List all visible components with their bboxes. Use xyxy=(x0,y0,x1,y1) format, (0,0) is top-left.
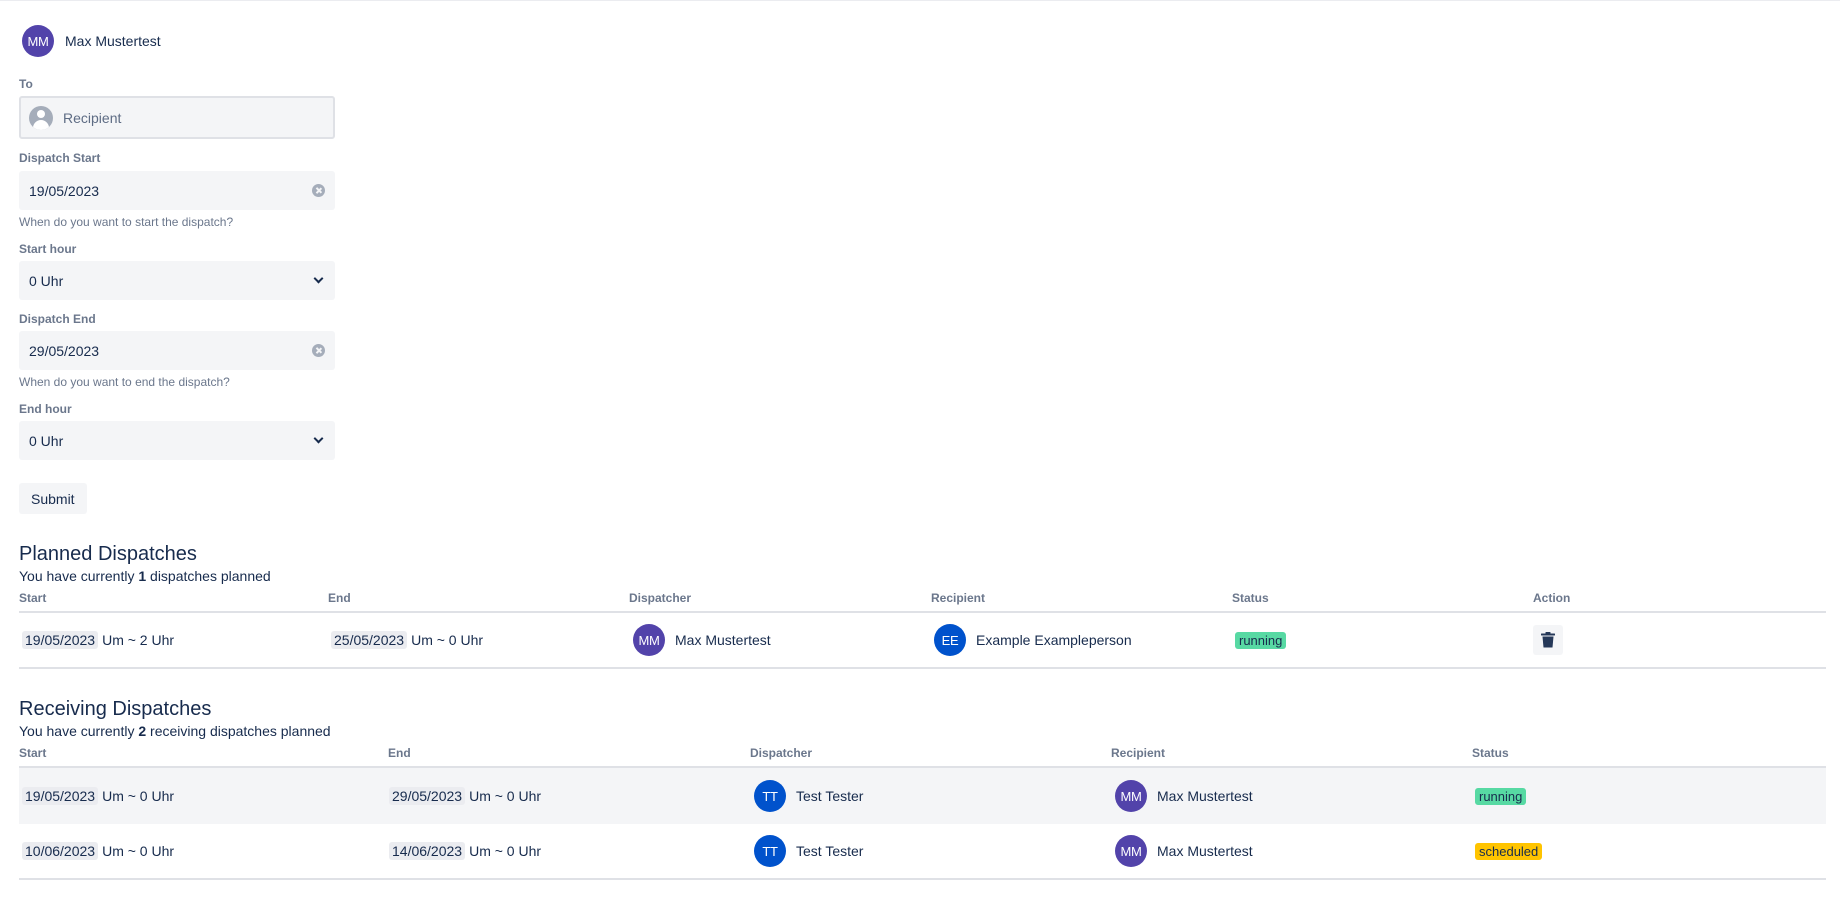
column-recipient[interactable]: Recipient xyxy=(931,591,985,605)
avatar: MM xyxy=(1115,780,1147,812)
recipient-cell: MM Max Mustertest xyxy=(1115,768,1253,824)
avatar: MM xyxy=(1115,835,1147,867)
avatar: EE xyxy=(934,624,966,656)
recipient-placeholder: Recipient xyxy=(63,109,122,126)
column-dispatcher[interactable]: Dispatcher xyxy=(629,591,691,605)
receiving-table-header: Start End Dispatcher Recipient Status xyxy=(19,746,1826,768)
receiving-count: 2 xyxy=(138,723,147,739)
submit-button[interactable]: Submit xyxy=(19,483,87,514)
end-hour-value: 0 Uhr xyxy=(29,432,64,449)
status-cell: running xyxy=(1235,613,1287,667)
end-time: Um ~ 0 Uhr xyxy=(469,788,542,804)
avatar: MM xyxy=(633,624,665,656)
end-time: Um ~ 0 Uhr xyxy=(469,843,542,859)
start-hour-label: Start hour xyxy=(19,242,77,256)
status-cell: scheduled xyxy=(1475,824,1543,878)
column-action: Action xyxy=(1533,591,1571,605)
status-badge: scheduled xyxy=(1475,842,1543,860)
start-cell: 19/05/2023 Um ~ 2 Uhr xyxy=(22,613,174,667)
dispatch-start-help: When do you want to start the dispatch? xyxy=(19,215,234,229)
recipient-name: Example Exampleperson xyxy=(976,632,1132,648)
dispatcher-name: Test Tester xyxy=(796,788,864,804)
start-hour-select[interactable]: 0 Uhr xyxy=(19,261,335,300)
status-badge: running xyxy=(1475,787,1527,805)
dispatch-start-label: Dispatch Start xyxy=(19,151,101,165)
to-label: To xyxy=(19,77,33,91)
start-time: Um ~ 0 Uhr xyxy=(102,843,175,859)
column-start[interactable]: Start xyxy=(19,746,46,760)
dispatch-end-datepicker[interactable]: 29/05/2023 xyxy=(19,331,335,370)
planned-summary: You have currently 1 dispatches planned xyxy=(19,568,271,584)
end-cell: 29/05/2023 Um ~ 0 Uhr xyxy=(389,768,541,824)
end-hour-select[interactable]: 0 Uhr xyxy=(19,421,335,460)
planned-dispatches-title: Planned Dispatches xyxy=(19,543,197,565)
planned-table-header: Start End Dispatcher Recipient Status Ac… xyxy=(19,591,1826,613)
avatar: MM xyxy=(22,25,54,57)
table-row: 10/06/2023 Um ~ 0 Uhr 14/06/2023 Um ~ 0 … xyxy=(19,824,1826,880)
end-hour-label: End hour xyxy=(19,402,72,416)
action-cell xyxy=(1533,613,1563,667)
end-date: 25/05/2023 xyxy=(331,631,408,649)
dispatcher-cell: TT Test Tester xyxy=(754,824,863,878)
clear-icon[interactable] xyxy=(312,344,325,357)
table-row: 19/05/2023 Um ~ 0 Uhr 29/05/2023 Um ~ 0 … xyxy=(19,768,1826,824)
start-cell: 10/06/2023 Um ~ 0 Uhr xyxy=(22,824,174,878)
status-badge: running xyxy=(1235,631,1287,649)
start-cell: 19/05/2023 Um ~ 0 Uhr xyxy=(22,768,174,824)
dispatcher-name: Test Tester xyxy=(796,843,864,859)
column-recipient[interactable]: Recipient xyxy=(1111,746,1165,760)
end-cell: 14/06/2023 Um ~ 0 Uhr xyxy=(389,824,541,878)
start-date: 19/05/2023 xyxy=(22,787,99,805)
table-row: 19/05/2023 Um ~ 2 Uhr 25/05/2023 Um ~ 0 … xyxy=(19,613,1826,669)
dispatcher-cell: MM Max Mustertest xyxy=(633,613,771,667)
user-name: Max Mustertest xyxy=(65,33,161,49)
start-time: Um ~ 2 Uhr xyxy=(102,632,175,648)
recipient-picker[interactable]: Recipient xyxy=(19,96,335,139)
start-time: Um ~ 0 Uhr xyxy=(102,788,175,804)
column-status[interactable]: Status xyxy=(1232,591,1269,605)
planned-count: 1 xyxy=(138,568,147,584)
dispatch-end-help: When do you want to end the dispatch? xyxy=(19,375,230,389)
receiving-summary: You have currently 2 receiving dispatche… xyxy=(19,723,331,739)
start-date: 10/06/2023 xyxy=(22,842,99,860)
dispatcher-cell: TT Test Tester xyxy=(754,768,863,824)
top-border xyxy=(0,0,1840,1)
status-cell: running xyxy=(1475,768,1527,824)
chevron-down-icon xyxy=(313,433,324,444)
receiving-dispatches-title: Receiving Dispatches xyxy=(19,698,212,720)
dispatch-end-value: 29/05/2023 xyxy=(29,342,100,359)
column-start[interactable]: Start xyxy=(19,591,46,605)
dispatch-start-value: 19/05/2023 xyxy=(29,182,100,199)
start-date: 19/05/2023 xyxy=(22,631,99,649)
dispatch-start-datepicker[interactable]: 19/05/2023 xyxy=(19,171,335,210)
dispatcher-name: Max Mustertest xyxy=(675,632,771,648)
avatar: TT xyxy=(754,780,786,812)
chevron-down-icon xyxy=(313,273,324,284)
end-date: 14/06/2023 xyxy=(389,842,466,860)
trash-icon xyxy=(1541,632,1555,648)
end-date: 29/05/2023 xyxy=(389,787,466,805)
column-dispatcher[interactable]: Dispatcher xyxy=(750,746,812,760)
clear-icon[interactable] xyxy=(312,184,325,197)
dispatch-end-label: Dispatch End xyxy=(19,312,96,326)
delete-button[interactable] xyxy=(1533,625,1563,655)
current-user: MM Max Mustertest xyxy=(22,25,161,57)
recipient-cell: MM Max Mustertest xyxy=(1115,824,1253,878)
recipient-name: Max Mustertest xyxy=(1157,788,1253,804)
column-status[interactable]: Status xyxy=(1472,746,1509,760)
column-end[interactable]: End xyxy=(328,591,351,605)
column-end[interactable]: End xyxy=(388,746,411,760)
end-time: Um ~ 0 Uhr xyxy=(411,632,484,648)
recipient-name: Max Mustertest xyxy=(1157,843,1253,859)
person-icon xyxy=(29,105,53,130)
avatar: TT xyxy=(754,835,786,867)
recipient-cell: EE Example Exampleperson xyxy=(934,613,1132,667)
start-hour-value: 0 Uhr xyxy=(29,272,64,289)
end-cell: 25/05/2023 Um ~ 0 Uhr xyxy=(331,613,483,667)
